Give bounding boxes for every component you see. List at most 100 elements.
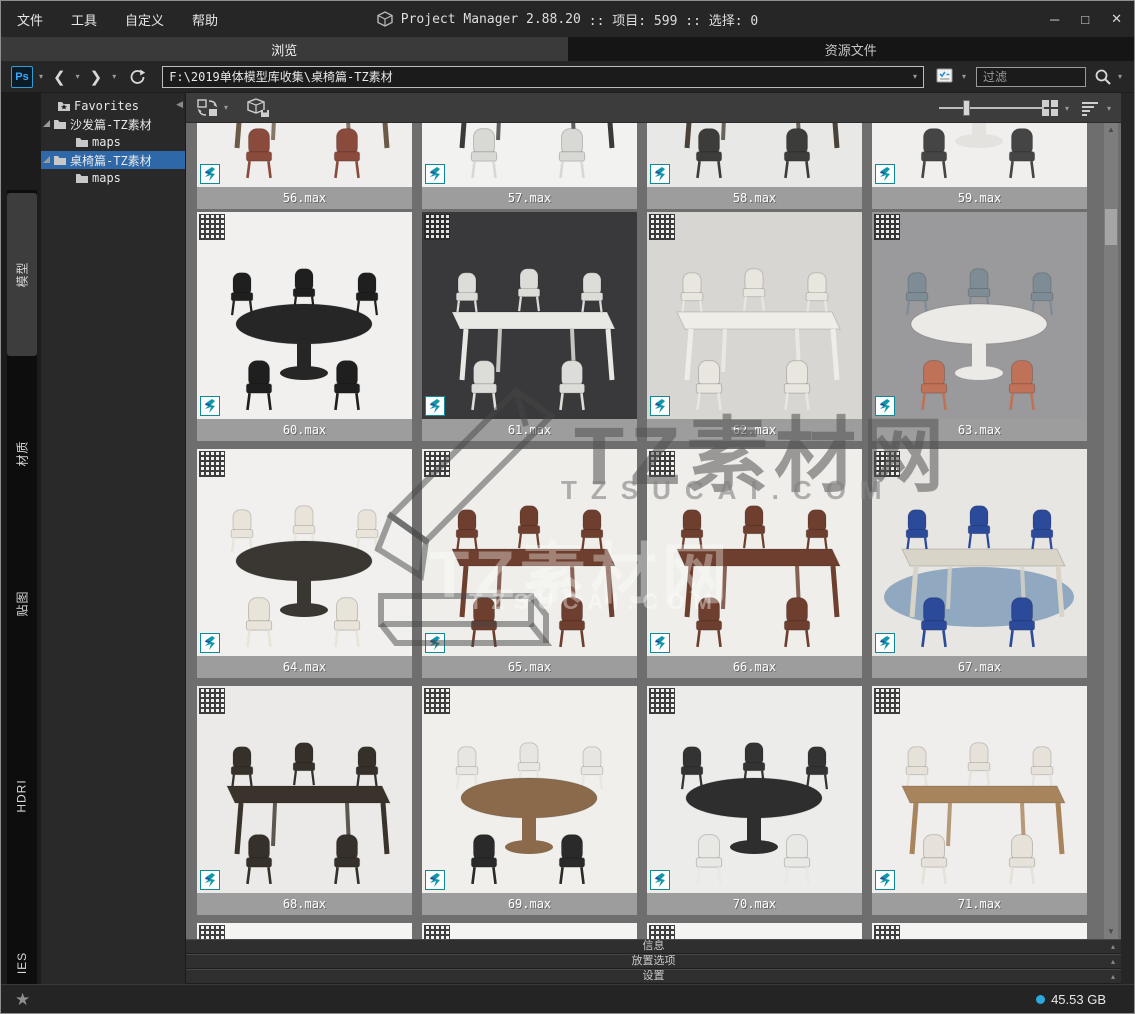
category-tab-1[interactable]: 模型 bbox=[7, 193, 37, 356]
panel-title: 信息 bbox=[643, 940, 665, 952]
asset-cell-partial[interactable] bbox=[197, 923, 412, 939]
menu-item[interactable]: 帮助 bbox=[192, 10, 218, 29]
qr-code bbox=[649, 925, 675, 939]
category-tab-4[interactable]: HDRI bbox=[7, 736, 37, 856]
asset-thumbnail[interactable] bbox=[647, 123, 862, 187]
asset-cell-partial[interactable] bbox=[422, 923, 637, 939]
menu-item[interactable]: 文件 bbox=[17, 10, 43, 29]
preview-panel-icon[interactable] bbox=[934, 67, 956, 87]
asset-thumbnail[interactable] bbox=[422, 686, 637, 893]
panel-header-2[interactable]: 放置选项▴ bbox=[186, 954, 1121, 969]
panel-collapse-icon[interactable]: ▴ bbox=[1111, 970, 1115, 983]
back-dropdown-caret[interactable]: ▾ bbox=[74, 72, 82, 81]
asset-thumbnail[interactable] bbox=[197, 686, 412, 893]
forward-dropdown-caret[interactable]: ▾ bbox=[110, 72, 118, 81]
menu-item[interactable]: 自定义 bbox=[125, 10, 164, 29]
asset-thumbnail[interactable] bbox=[422, 212, 637, 419]
asset-thumbnail[interactable] bbox=[872, 449, 1087, 656]
path-dropdown-caret[interactable]: ▾ bbox=[911, 72, 919, 81]
close-button[interactable]: ✕ bbox=[1111, 11, 1122, 27]
vertical-scrollbar[interactable]: ▲ ▼ bbox=[1104, 123, 1118, 939]
asset-thumbnail[interactable] bbox=[872, 686, 1087, 893]
tree-item-favorites[interactable]: Favorites bbox=[41, 97, 185, 115]
forward-button[interactable]: ❯ bbox=[86, 68, 107, 86]
panel-collapse-icon[interactable]: ▴ bbox=[1111, 955, 1115, 968]
asset-thumbnail[interactable] bbox=[422, 449, 637, 656]
asset-cell-63.max[interactable]: 63.max bbox=[872, 212, 1087, 441]
scrollbar-thumb[interactable] bbox=[1105, 209, 1117, 245]
grid-view-icon[interactable] bbox=[1041, 99, 1059, 117]
tab-browse[interactable]: 浏览 bbox=[1, 37, 568, 61]
asset-thumbnail[interactable] bbox=[197, 123, 412, 187]
ps-dropdown-caret[interactable]: ▾ bbox=[37, 72, 45, 81]
asset-thumbnail[interactable] bbox=[872, 212, 1087, 419]
asset-cell-61.max[interactable]: 61.max bbox=[422, 212, 637, 441]
view-dropdown-caret[interactable]: ▾ bbox=[1063, 104, 1071, 113]
tree-item-maps[interactable]: maps bbox=[41, 169, 185, 187]
expand-triangle-icon[interactable] bbox=[43, 120, 50, 127]
asset-cell-60.max[interactable]: 60.max bbox=[197, 212, 412, 441]
minimize-button[interactable]: ─ bbox=[1050, 12, 1059, 27]
asset-cell-68.max[interactable]: 68.max bbox=[197, 686, 412, 915]
save-model-icon[interactable] bbox=[246, 97, 272, 119]
preview-dropdown-caret[interactable]: ▾ bbox=[960, 72, 968, 81]
asset-cell-64.max[interactable]: 64.max bbox=[197, 449, 412, 678]
sort-icon[interactable] bbox=[1081, 100, 1101, 116]
panel-collapse-icon[interactable]: ▴ bbox=[1111, 940, 1115, 953]
asset-cell-66.max[interactable]: 66.max bbox=[647, 449, 862, 678]
relink-dropdown-caret[interactable]: ▾ bbox=[222, 103, 230, 112]
photoshop-icon[interactable]: Ps bbox=[11, 66, 33, 88]
asset-cell-59.max[interactable]: 59.max bbox=[872, 123, 1087, 209]
sort-dropdown-caret[interactable]: ▾ bbox=[1105, 104, 1113, 113]
expand-triangle-icon[interactable] bbox=[43, 156, 50, 163]
asset-thumbnail[interactable] bbox=[872, 123, 1087, 187]
asset-cell-57.max[interactable]: 57.max bbox=[422, 123, 637, 209]
refresh-icon[interactable] bbox=[128, 68, 146, 86]
filter-input[interactable] bbox=[981, 69, 1081, 85]
menu-item[interactable]: 工具 bbox=[71, 10, 97, 29]
asset-thumbnail[interactable] bbox=[872, 923, 1087, 939]
asset-thumbnail[interactable] bbox=[197, 449, 412, 656]
asset-thumbnail[interactable] bbox=[422, 923, 637, 939]
asset-cell-69.max[interactable]: 69.max bbox=[422, 686, 637, 915]
tree-item-maps[interactable]: maps bbox=[41, 133, 185, 151]
qr-code bbox=[199, 451, 225, 477]
asset-thumbnail[interactable] bbox=[197, 923, 412, 939]
search-icon[interactable] bbox=[1094, 68, 1112, 86]
maximize-button[interactable]: □ bbox=[1081, 12, 1089, 27]
asset-thumbnail[interactable] bbox=[647, 686, 862, 893]
scroll-down-icon[interactable]: ▼ bbox=[1104, 925, 1118, 939]
panel-collapse-icon[interactable]: ◀ bbox=[176, 99, 183, 110]
relink-assets-icon[interactable] bbox=[196, 97, 222, 119]
asset-thumbnail[interactable] bbox=[647, 449, 862, 656]
asset-cell-partial[interactable] bbox=[872, 923, 1087, 939]
category-tab-2[interactable]: 材质 bbox=[7, 393, 37, 513]
asset-thumbnail[interactable] bbox=[647, 212, 862, 419]
back-button[interactable]: ❮ bbox=[49, 68, 70, 86]
asset-thumbnail[interactable] bbox=[197, 212, 412, 419]
slider-handle[interactable] bbox=[963, 100, 970, 116]
asset-cell-58.max[interactable]: 58.max bbox=[647, 123, 862, 209]
asset-cell-67.max[interactable]: 67.max bbox=[872, 449, 1087, 678]
max-file-icon bbox=[200, 396, 220, 416]
asset-cell-partial[interactable] bbox=[647, 923, 862, 939]
scroll-up-icon[interactable]: ▲ bbox=[1104, 123, 1118, 137]
panel-header-1[interactable]: 信息 ▴ bbox=[186, 939, 1121, 954]
tree-item-沙发篇-tz素材[interactable]: 沙发篇-TZ素材 bbox=[41, 115, 185, 133]
asset-cell-71.max[interactable]: 71.max bbox=[872, 686, 1087, 915]
asset-cell-62.max[interactable]: 62.max bbox=[647, 212, 862, 441]
tree-item-桌椅篇-tz素材[interactable]: 桌椅篇-TZ素材 bbox=[41, 151, 185, 169]
asset-cell-65.max[interactable]: 65.max bbox=[422, 449, 637, 678]
favorites-star-icon[interactable]: ★ bbox=[15, 990, 30, 1010]
asset-cell-56.max[interactable]: 56.max bbox=[197, 123, 412, 209]
status-bar: ★ 45.53 GB bbox=[1, 984, 1134, 1014]
search-dropdown-caret[interactable]: ▾ bbox=[1116, 72, 1124, 81]
path-input[interactable] bbox=[167, 69, 911, 85]
panel-header-3[interactable]: 设置▴ bbox=[186, 969, 1121, 984]
asset-thumbnail[interactable] bbox=[647, 923, 862, 939]
thumbnail-size-slider[interactable] bbox=[939, 107, 1044, 109]
category-tab-3[interactable]: 贴图 bbox=[7, 543, 37, 663]
tab-resource-files[interactable]: 资源文件 bbox=[568, 37, 1135, 61]
asset-thumbnail[interactable] bbox=[422, 123, 637, 187]
asset-cell-70.max[interactable]: 70.max bbox=[647, 686, 862, 915]
